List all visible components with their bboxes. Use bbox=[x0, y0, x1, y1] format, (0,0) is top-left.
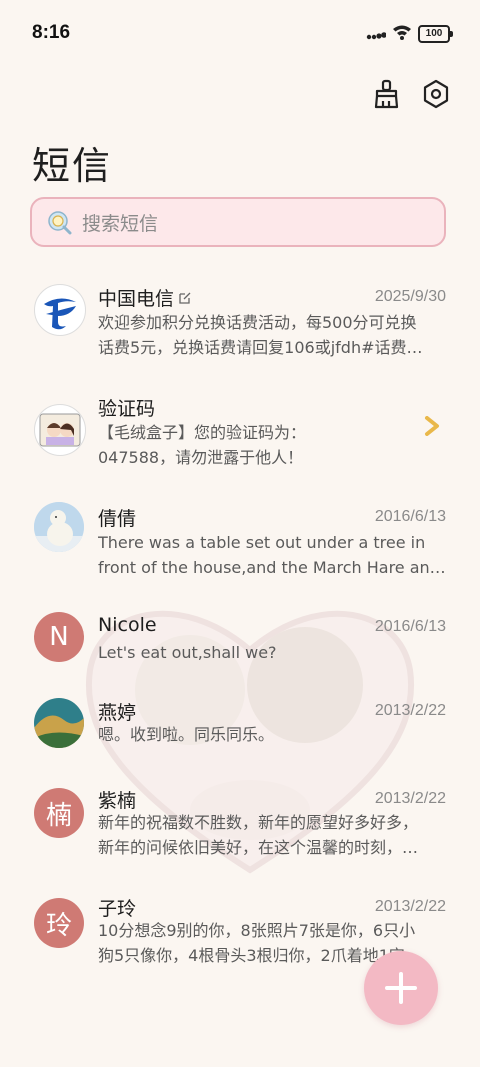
contact-name: 燕婷 bbox=[98, 702, 137, 724]
contact-name: 验证码 bbox=[98, 398, 156, 420]
status-bar: 8:16 100 bbox=[0, 0, 480, 68]
settings-icon bbox=[423, 79, 449, 109]
message-date: 2016/6/13 bbox=[374, 508, 446, 525]
avatar: 楠 bbox=[34, 788, 84, 838]
message-date: 2013/2/22 bbox=[374, 790, 446, 807]
china-telecom-logo-icon bbox=[37, 287, 83, 333]
landscape-photo-icon bbox=[34, 698, 84, 748]
contact-name: 倩倩 bbox=[98, 508, 137, 530]
photo-couple-icon bbox=[39, 413, 81, 447]
search-input[interactable]: 搜索短信 bbox=[30, 197, 446, 247]
avatar bbox=[34, 404, 86, 456]
list-item[interactable]: 中国电信 2025/9/30 欢迎参加积分兑换话费活动，每500分可兑换 话费5… bbox=[0, 270, 480, 370]
list-item[interactable]: 燕婷 2013/2/22 嗯。收到啦。同乐同乐。 bbox=[0, 688, 480, 768]
message-date: 2013/2/22 bbox=[374, 702, 446, 719]
avatar: 玲 bbox=[34, 898, 84, 948]
list-item[interactable]: N Nicole 2016/6/13 Let's eat out,shall w… bbox=[0, 600, 480, 680]
chevron-right-icon[interactable] bbox=[424, 416, 440, 440]
polar-bear-icon bbox=[34, 502, 84, 552]
message-preview: There was a table set out under a tree i… bbox=[98, 533, 446, 577]
search-icon bbox=[48, 211, 72, 235]
clean-button[interactable] bbox=[370, 78, 402, 110]
message-preview: 新年的祝福数不胜数，新年的愿望好多好多， 新年的问候依旧美好，在这个温馨的时刻，… bbox=[98, 813, 419, 857]
contact-name: Nicole bbox=[98, 614, 157, 636]
signal-icon bbox=[366, 25, 387, 44]
status-time: 8:16 bbox=[32, 22, 71, 43]
message-preview: 嗯。收到啦。同乐同乐。 bbox=[98, 725, 275, 744]
list-item[interactable]: 验证码 【毛绒盒子】您的验证码为： 047588，请勿泄露于他人！ bbox=[0, 380, 480, 480]
contact-name: 紫楠 bbox=[98, 790, 137, 812]
message-date: 2013/2/22 bbox=[374, 898, 446, 915]
top-toolbar bbox=[370, 78, 452, 110]
list-item[interactable]: 倩倩 2016/6/13 There was a table set out u… bbox=[0, 490, 480, 590]
message-date: 2025/9/30 bbox=[374, 288, 446, 305]
page-title: 短信 bbox=[32, 144, 113, 188]
contact-name: 中国电信 bbox=[98, 284, 192, 311]
wifi-icon bbox=[392, 24, 412, 44]
status-icons: 100 bbox=[366, 24, 453, 44]
plus-icon bbox=[385, 972, 417, 1004]
broom-icon bbox=[374, 79, 399, 109]
list-item[interactable]: 楠 紫楠 2013/2/22 新年的祝福数不胜数，新年的愿望好多好多， 新年的问… bbox=[0, 776, 480, 876]
message-preview: 【毛绒盒子】您的验证码为： 047588，请勿泄露于他人！ bbox=[98, 423, 307, 467]
avatar: N bbox=[34, 612, 84, 662]
new-message-button[interactable] bbox=[364, 951, 438, 1025]
message-date: 2016/6/13 bbox=[374, 618, 446, 635]
edit-icon bbox=[179, 292, 191, 304]
avatar bbox=[34, 698, 84, 748]
avatar bbox=[34, 502, 84, 552]
avatar bbox=[34, 284, 86, 336]
settings-button[interactable] bbox=[420, 78, 452, 110]
message-preview: 欢迎参加积分兑换话费活动，每500分可兑换 话费5元，兑换话费请回复106或jf… bbox=[98, 313, 423, 357]
contact-name: 子玲 bbox=[98, 898, 137, 920]
message-preview: Let's eat out,shall we? bbox=[98, 643, 277, 662]
battery-icon: 100 bbox=[418, 25, 453, 43]
search-placeholder: 搜索短信 bbox=[82, 212, 159, 235]
